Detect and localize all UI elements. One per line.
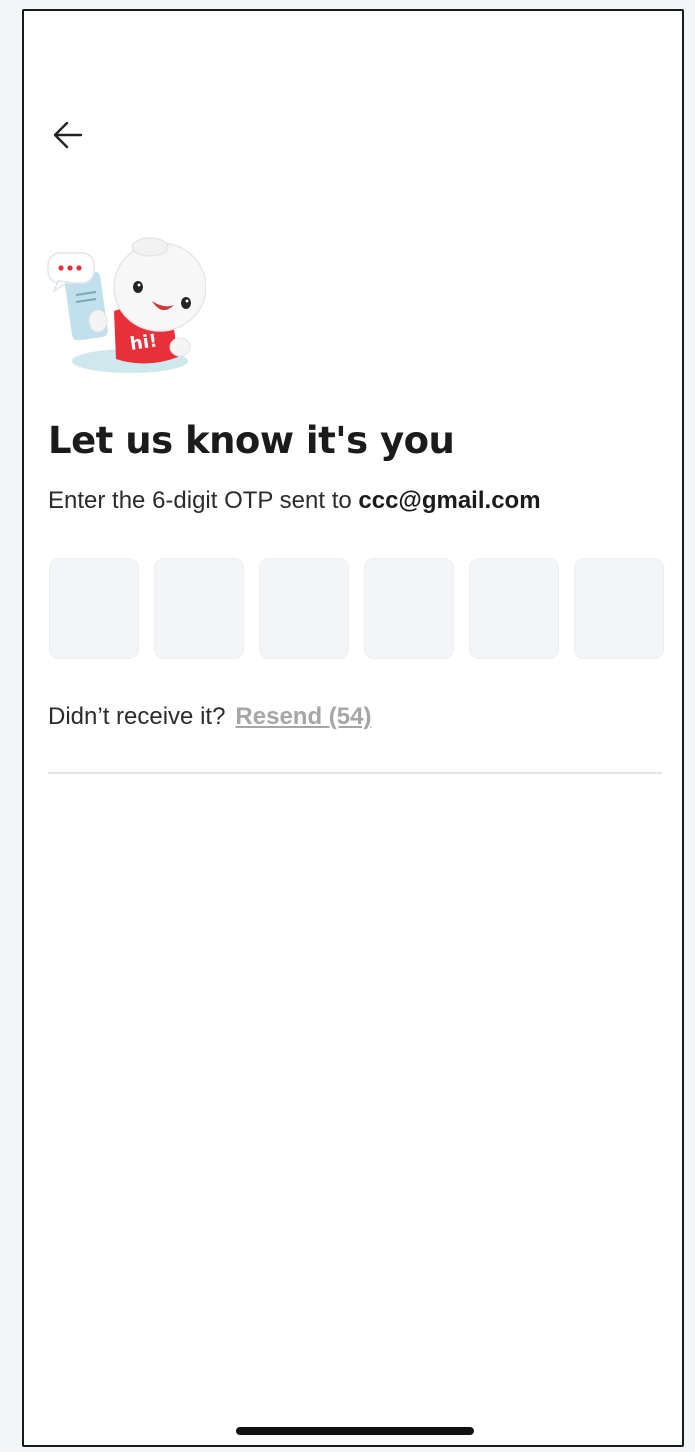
back-button[interactable]: [48, 115, 88, 155]
phone-screen: hi! Let us know it's you Enter the 6-dig…: [22, 9, 684, 1447]
otp-instructions: Enter the 6-digit OTP sent to ccc@gmail.…: [48, 487, 541, 515]
otp-digit-6[interactable]: [574, 558, 664, 659]
resend-prompt: Didn’t receive it?: [48, 703, 226, 730]
home-indicator[interactable]: [236, 1427, 474, 1435]
resend-row: Didn’t receive it? Resend (54): [48, 703, 371, 731]
email-address: ccc@gmail.com: [358, 487, 541, 514]
page-title: Let us know it's you: [48, 419, 455, 462]
mascot-shirt-text: hi!: [129, 330, 159, 355]
mascot-illustration: hi!: [47, 237, 206, 373]
resend-link[interactable]: Resend (54): [235, 703, 371, 730]
otp-digit-4[interactable]: [364, 558, 454, 659]
otp-input-group: [49, 558, 664, 659]
divider: [48, 772, 662, 774]
otp-digit-1[interactable]: [49, 558, 139, 659]
arrow-left-icon: [53, 121, 83, 149]
otp-instructions-text: Enter the 6-digit OTP sent to: [48, 487, 359, 514]
otp-digit-2[interactable]: [154, 558, 244, 659]
otp-digit-5[interactable]: [469, 558, 559, 659]
otp-digit-3[interactable]: [259, 558, 349, 659]
